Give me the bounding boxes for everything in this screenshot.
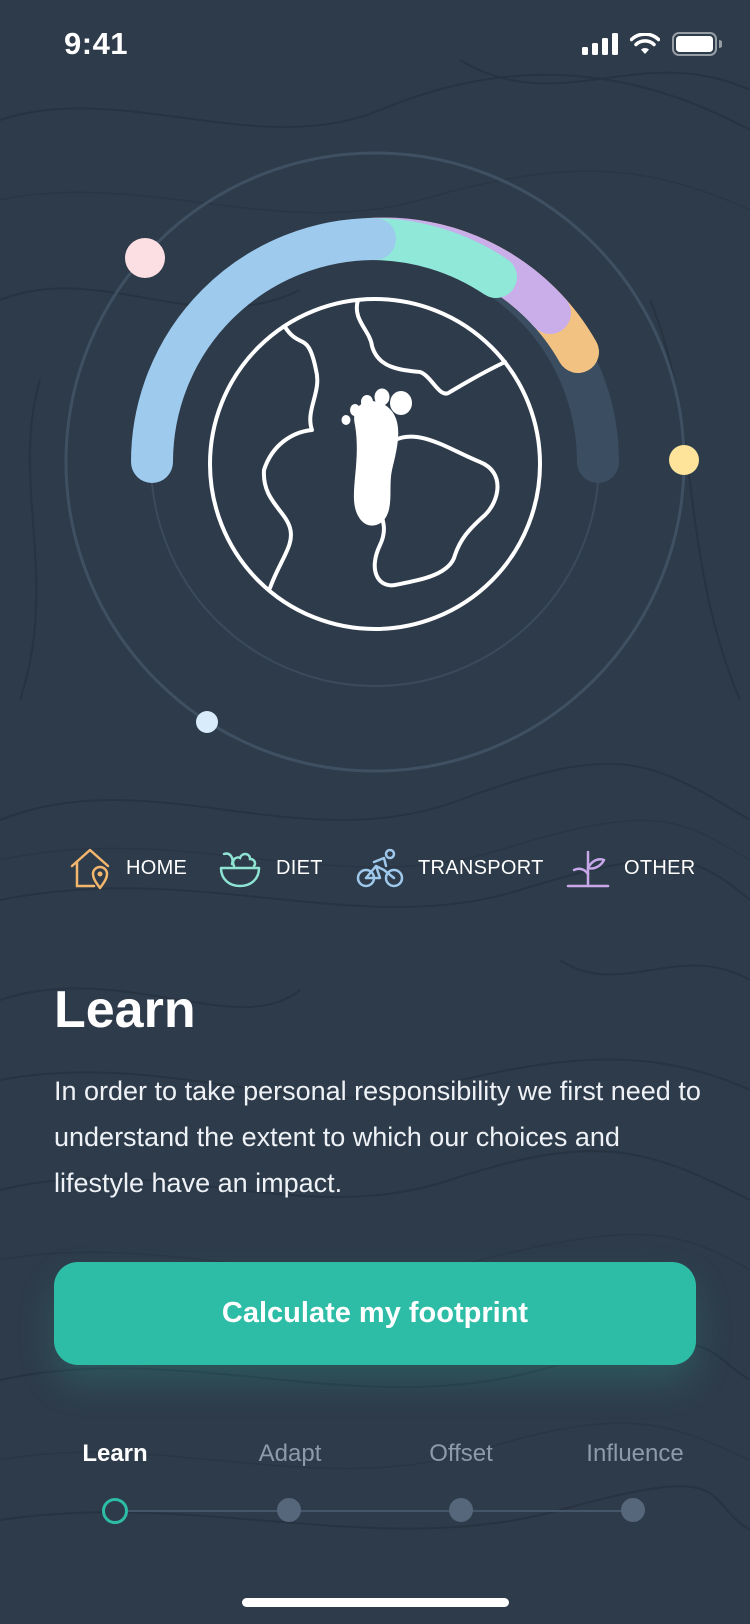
- home-indicator[interactable]: [242, 1598, 509, 1607]
- wifi-icon: [630, 33, 660, 54]
- step-dot-learn[interactable]: [102, 1498, 128, 1524]
- step-dot-influence[interactable]: [621, 1498, 645, 1522]
- step-label-influence[interactable]: Influence: [586, 1440, 683, 1468]
- page-title: Learn: [54, 981, 196, 1039]
- legend-label-diet: DIET: [276, 856, 323, 879]
- step-label-learn[interactable]: Learn: [82, 1440, 147, 1468]
- step-track: [115, 1510, 633, 1512]
- globe-icon: [208, 297, 542, 631]
- footprint-globe-graphic: [64, 151, 699, 773]
- step-label-offset[interactable]: Offset: [429, 1440, 493, 1468]
- house-location-icon: [70, 848, 110, 890]
- legend-item-home: HOME: [68, 838, 187, 898]
- legend-label-home: HOME: [126, 856, 188, 879]
- step-dot-adapt[interactable]: [277, 1498, 301, 1522]
- category-legend: HOME DIET TRANSPORT OTHER: [0, 838, 750, 898]
- cyclist-icon: [356, 848, 404, 888]
- orbit-dot-pink: [125, 238, 165, 278]
- status-bar: 9:41: [0, 0, 750, 96]
- step-navigation: Learn Adapt Offset Influence: [0, 1440, 750, 1540]
- step-dot-offset[interactable]: [449, 1498, 473, 1522]
- salad-bowl-icon: [219, 852, 261, 888]
- legend-item-transport: TRANSPORT: [356, 838, 544, 898]
- legend-label-other: OTHER: [624, 856, 696, 879]
- intro-text: In order to take personal responsibility…: [54, 1076, 701, 1198]
- signal-icon: [582, 33, 618, 55]
- legend-item-diet: DIET: [218, 838, 323, 898]
- calculate-footprint-button[interactable]: Calculate my footprint: [54, 1262, 696, 1365]
- orbit-dot-yellow: [669, 445, 699, 475]
- orbit-dot-blue: [196, 711, 218, 733]
- battery-icon: [672, 32, 722, 56]
- step-label-adapt[interactable]: Adapt: [259, 1440, 322, 1468]
- legend-label-transport: TRANSPORT: [418, 856, 544, 879]
- status-time: 9:41: [64, 26, 129, 61]
- status-icons: [582, 32, 722, 56]
- legend-item-other: OTHER: [566, 838, 696, 898]
- plant-sprout-icon: [566, 850, 610, 888]
